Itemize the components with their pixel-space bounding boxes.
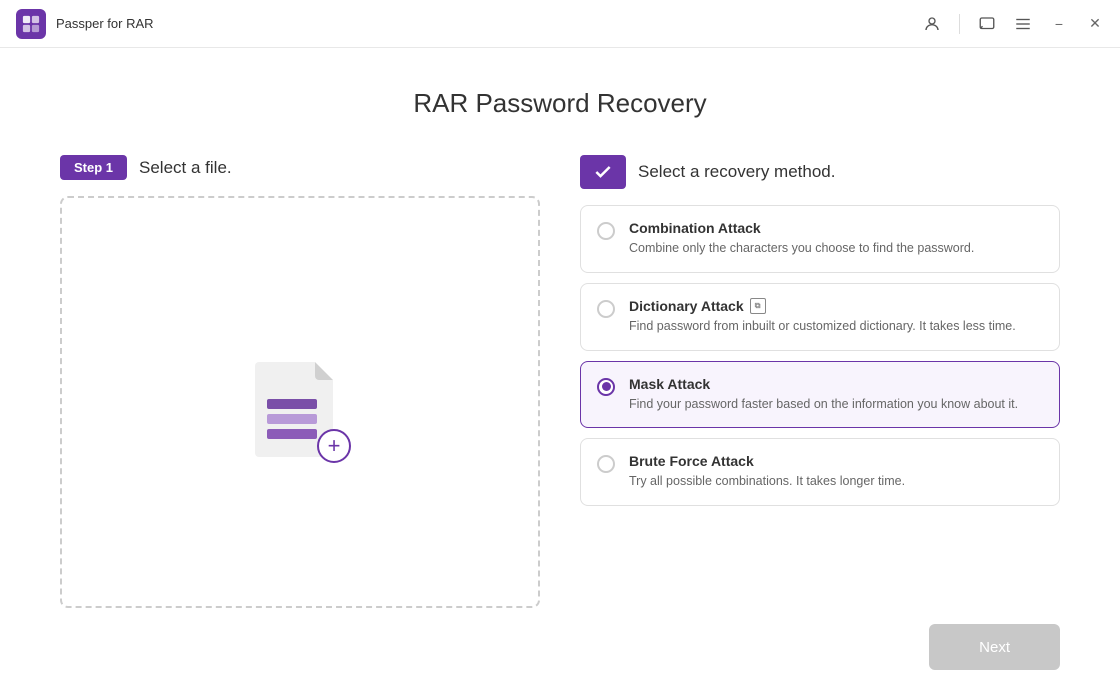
separator: [959, 14, 960, 34]
drop-zone-content: +: [255, 347, 345, 457]
right-panel: Select a recovery method. Combination At…: [580, 155, 1060, 608]
rar-file-icon: +: [255, 347, 345, 457]
rar-bars: [267, 399, 317, 439]
account-icon[interactable]: [923, 15, 941, 33]
main-content: RAR Password Recovery Step 1 Select a fi…: [0, 48, 1120, 608]
option-combination[interactable]: Combination Attack Combine only the char…: [580, 205, 1060, 273]
menu-icon[interactable]: [1014, 15, 1032, 33]
rar-bar-1: [267, 399, 317, 409]
file-drop-zone[interactable]: +: [60, 196, 540, 608]
left-panel: Step 1 Select a file. +: [60, 155, 540, 608]
option-combination-title: Combination Attack: [629, 220, 1043, 236]
option-brute-title: Brute Force Attack: [629, 453, 1043, 469]
radio-dictionary[interactable]: [597, 300, 615, 318]
option-mask[interactable]: Mask Attack Find your password faster ba…: [580, 361, 1060, 429]
radio-combination[interactable]: [597, 222, 615, 240]
window-controls: − ✕: [923, 14, 1104, 34]
radio-brute[interactable]: [597, 455, 615, 473]
rar-bar-3: [267, 429, 317, 439]
recovery-options: Combination Attack Combine only the char…: [580, 205, 1060, 506]
dictionary-copy-icon: ⧉: [750, 298, 766, 314]
footer: Next: [0, 608, 1120, 690]
next-button[interactable]: Next: [929, 624, 1060, 670]
option-dictionary-desc: Find password from inbuilt or customized…: [629, 317, 1043, 336]
step2-header: Select a recovery method.: [580, 155, 1060, 189]
option-combination-desc: Combine only the characters you choose t…: [629, 239, 1043, 258]
option-mask-text: Mask Attack Find your password faster ba…: [629, 376, 1043, 414]
step1-badge: Step 1: [60, 155, 127, 180]
option-brute-text: Brute Force Attack Try all possible comb…: [629, 453, 1043, 491]
option-brute[interactable]: Brute Force Attack Try all possible comb…: [580, 438, 1060, 506]
close-button[interactable]: ✕: [1086, 15, 1104, 33]
option-mask-desc: Find your password faster based on the i…: [629, 395, 1043, 414]
option-combination-text: Combination Attack Combine only the char…: [629, 220, 1043, 258]
option-dictionary[interactable]: Dictionary Attack ⧉ Find password from i…: [580, 283, 1060, 351]
page-title: RAR Password Recovery: [60, 88, 1060, 119]
app-title: Passper for RAR: [56, 16, 923, 31]
option-dictionary-text: Dictionary Attack ⧉ Find password from i…: [629, 298, 1043, 336]
radio-mask-inner: [602, 382, 611, 391]
steps-row: Step 1 Select a file. +: [60, 155, 1060, 608]
rar-bar-2: [267, 414, 317, 424]
step1-label: Select a file.: [139, 158, 232, 178]
chat-icon[interactable]: [978, 15, 996, 33]
title-bar: Passper for RAR − ✕: [0, 0, 1120, 48]
step2-label: Select a recovery method.: [638, 162, 835, 182]
minimize-button[interactable]: −: [1050, 15, 1068, 33]
option-mask-title: Mask Attack: [629, 376, 1043, 392]
step1-header: Step 1 Select a file.: [60, 155, 540, 180]
option-brute-desc: Try all possible combinations. It takes …: [629, 472, 1043, 491]
add-file-circle[interactable]: +: [317, 429, 351, 463]
app-logo: [16, 9, 46, 39]
radio-mask[interactable]: [597, 378, 615, 396]
option-dictionary-title: Dictionary Attack ⧉: [629, 298, 1043, 314]
step2-check-badge: [580, 155, 626, 189]
